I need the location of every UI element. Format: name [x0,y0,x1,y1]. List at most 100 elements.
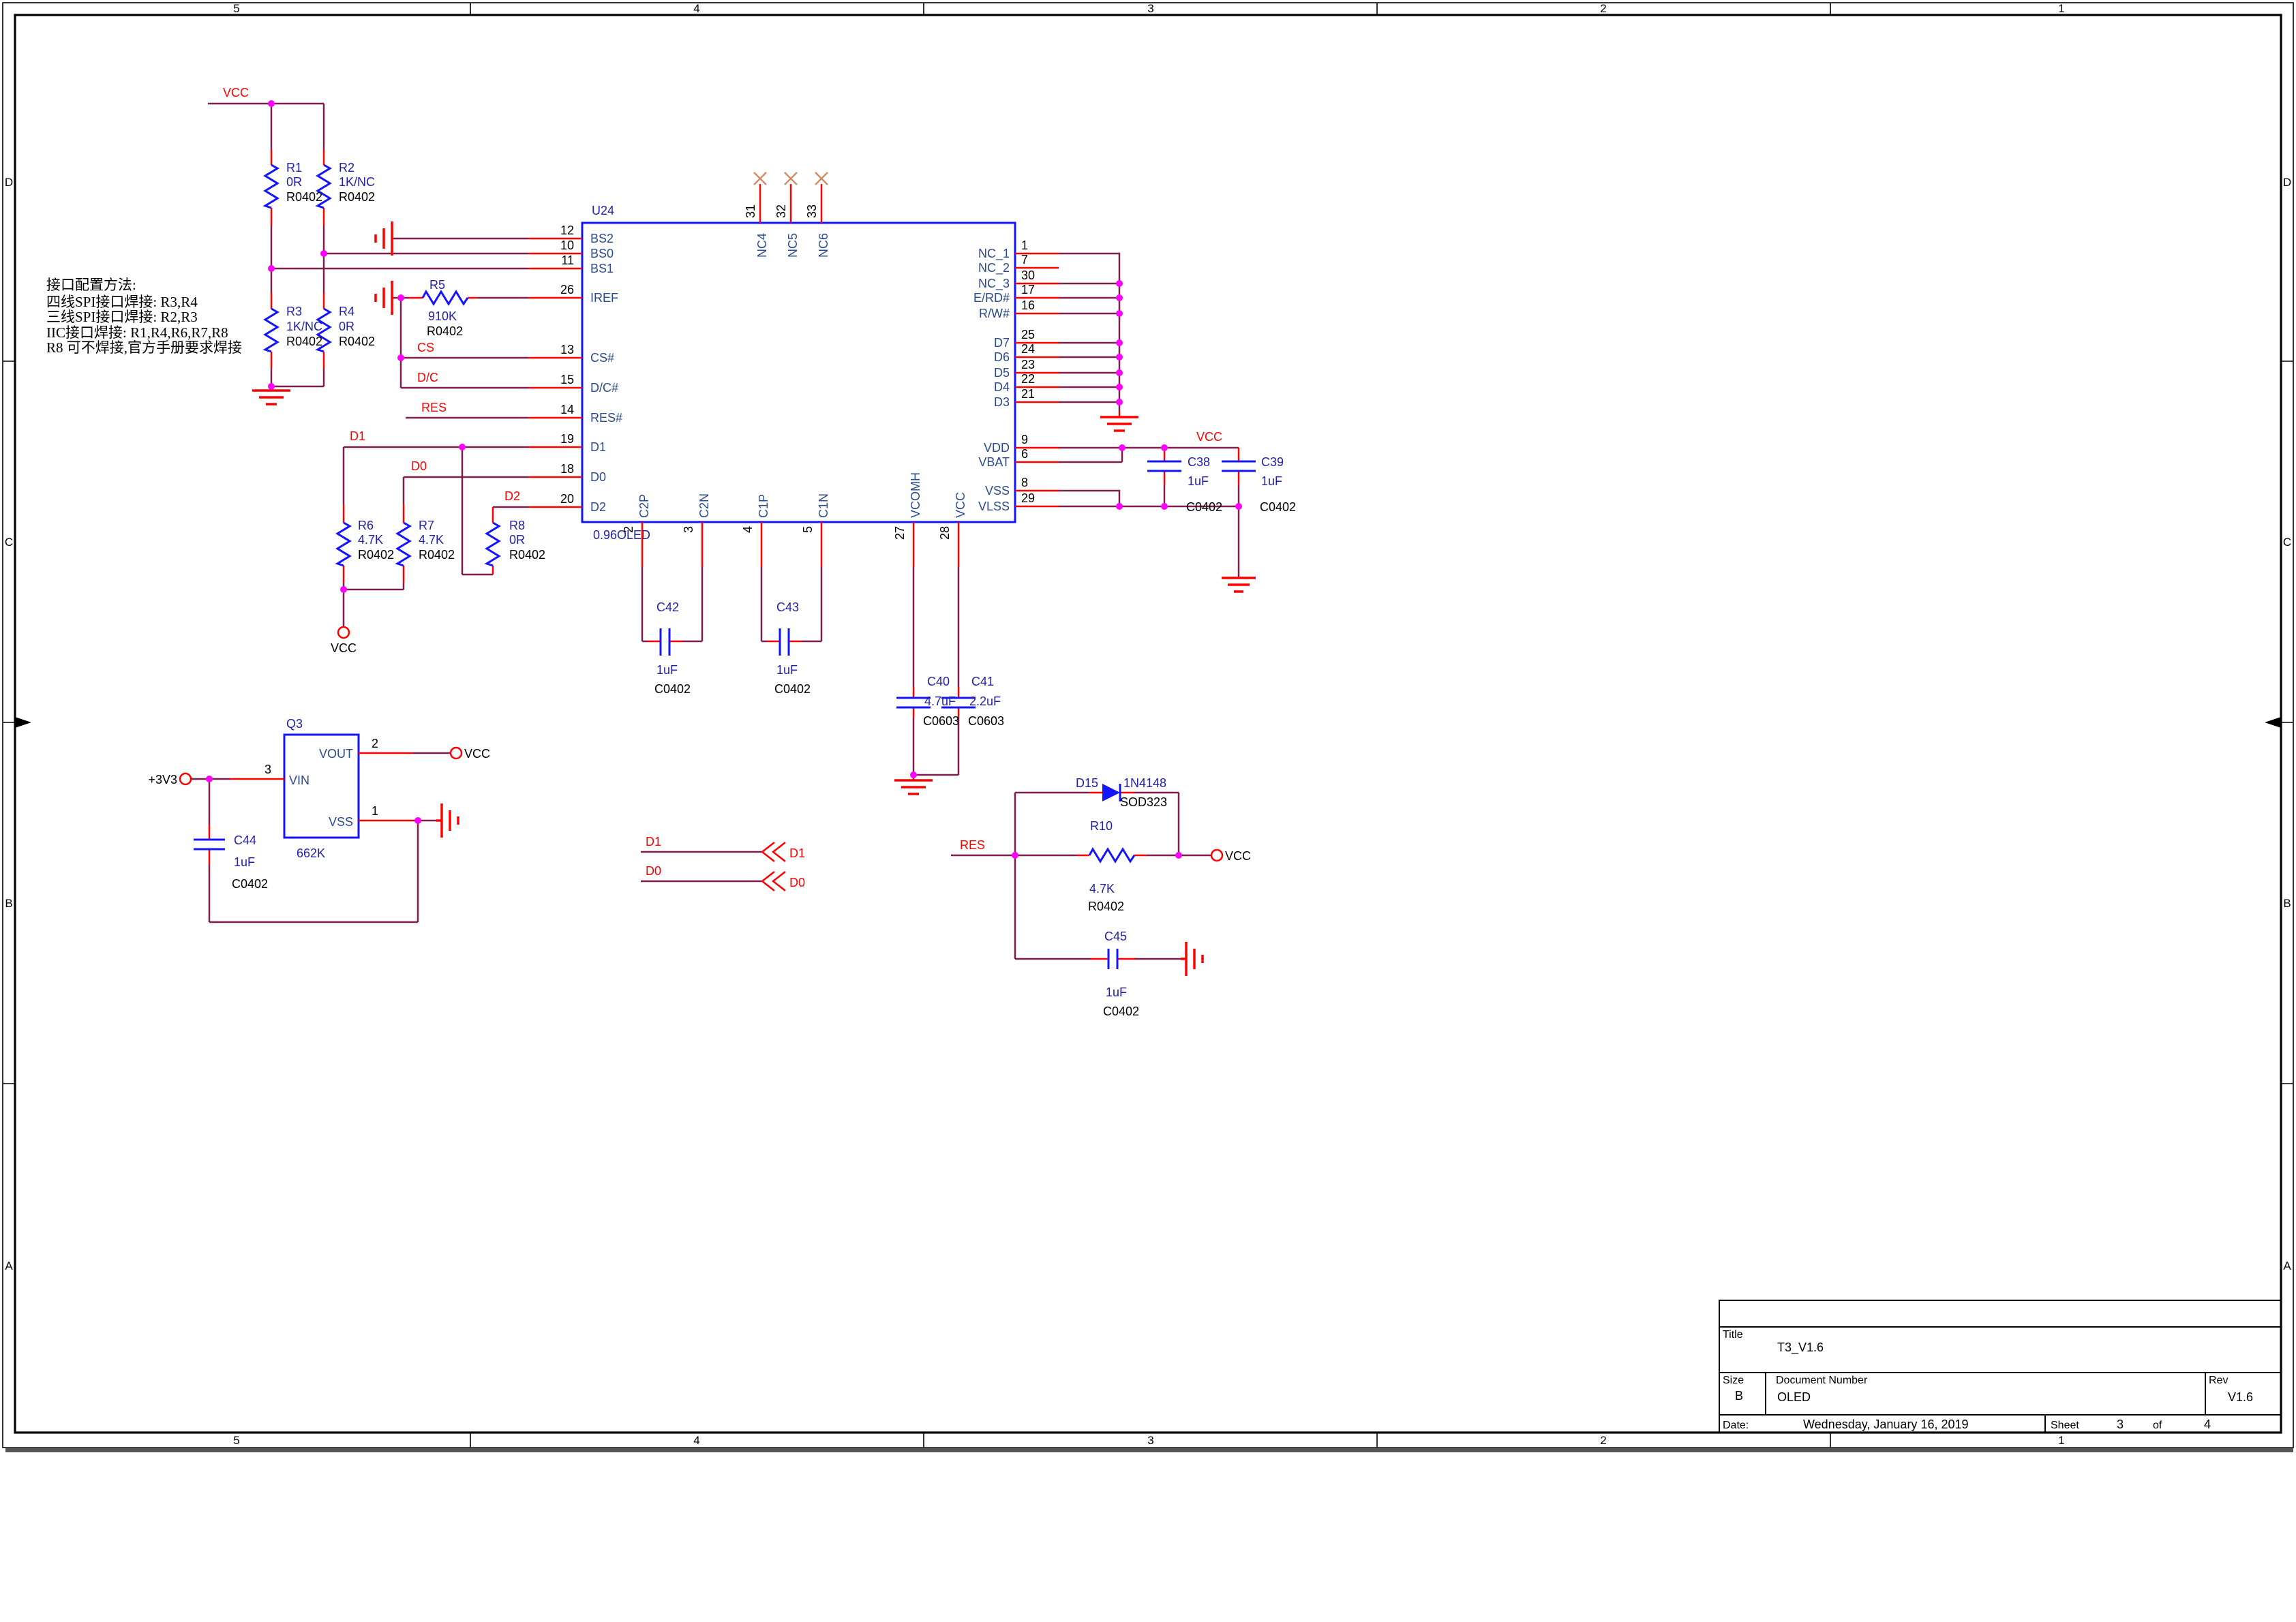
pin-number: 2 [372,737,378,750]
pin-number: 10 [560,239,574,252]
ref-u24: U24 [592,204,614,217]
pin-number: 2 [622,526,635,533]
ref-c40: C40 [927,675,950,688]
pin-name: C2N [697,493,711,518]
footprint-c41: C0603 [968,714,1004,728]
value-c39: 1uF [1261,474,1282,488]
note-line: 四线SPI接口焊接: R3,R4 [46,294,198,310]
right-center-arrow-icon [2265,717,2281,728]
reset-network: RES D15 1N4148 SOD323 R10 4.7K R0402 VCC… [951,776,1251,1018]
pin-name: D7 [994,336,1010,350]
left-center-arrow-icon [15,717,31,728]
pin-name: D6 [994,350,1010,364]
frame-row-label: A [2283,1259,2291,1272]
frame-col-label: 1 [2058,1434,2064,1447]
pin-name: VSS [985,484,1010,498]
pin-name: BS0 [590,247,614,260]
capacitor-c38 [1147,461,1181,471]
pin-name: NC_1 [978,247,1010,261]
footprint-r4: R0402 [339,335,375,348]
offpage-chevron-icon [762,842,785,891]
resistor-r3 [265,309,277,352]
sheet-of-label: of [2153,1420,2162,1431]
pin-number: 26 [560,283,574,296]
footprint-c40: C0603 [923,714,959,728]
pin-name: D/C# [590,381,618,395]
frame-row-label: D [5,176,13,189]
pin-name: VBAT [978,455,1010,469]
ref-r8: R8 [509,519,525,532]
footprint-c43: C0402 [774,682,811,696]
pin-name: NC6 [817,233,830,258]
net-label-dc: D/C [417,371,438,384]
pin-number: 6 [1021,447,1028,461]
pin-number: 27 [893,526,907,540]
pin-name: D3 [994,395,1010,409]
ground-icon [252,391,290,404]
pin-name: D2 [590,500,606,514]
net-label-d1: D1 [350,429,365,443]
sheet-number: 3 [2117,1418,2124,1431]
pin-name: VCOMH [909,472,922,518]
pin-name: D4 [994,380,1010,394]
pin-name: VDD [984,441,1010,455]
pin-number: 33 [805,204,819,218]
ref-c44: C44 [234,833,256,847]
net-label-vcc: VCC [1196,430,1222,444]
capacitor-c42 [661,628,669,656]
sheet-title: T3_V1.6 [1777,1341,1824,1355]
size-label: Size [1723,1375,1744,1386]
net-label-d0: D0 [411,459,427,473]
date-label: Date: [1723,1420,1749,1431]
ground-icon [894,780,933,794]
pin-number: 19 [560,432,574,446]
pin-number: 31 [744,204,757,218]
ref-r7: R7 [419,519,434,532]
ref-c45: C45 [1104,930,1127,943]
resistor-r7 [397,523,410,566]
vcc-port-icon [338,627,349,638]
pullup-network: VCC R1 0R R0402 R2 1K/NC R0402 R3 1K/NC … [208,86,528,404]
pin-number: 17 [1021,283,1035,296]
sheet-total: 4 [2204,1418,2211,1431]
net-label-res: RES [960,838,985,852]
ground-icon [1181,942,1203,976]
value-c40: 4.7uF [924,694,956,708]
ground-icon [1222,578,1256,592]
frame-col-label: 5 [233,1434,239,1447]
vcc-port-icon [451,748,462,759]
pin-number: 14 [560,403,574,416]
pin-name: NC5 [786,233,800,258]
footprint-c42: C0402 [654,682,691,696]
ref-r10: R10 [1090,819,1113,833]
size-value: B [1735,1389,1743,1403]
charge-pump-caps: C42 1uF C0402 C43 1uF C0402 C40 4.7uF C0… [642,567,1004,794]
frame-row-label: B [5,897,12,910]
value-r2: 1K/NC [339,175,375,189]
frame-row-label: B [2283,897,2291,910]
ref-r4: R4 [339,305,354,318]
pin-name: C2P [637,494,651,518]
net-label-cs: CS [417,341,434,354]
ref-c41: C41 [971,675,994,688]
regulator-q3: Q3 VOUT VIN VSS 2 3 1 662K +3V3 VCC C44 … [148,717,490,922]
title-block: Title T3_V1.6 Size B Document Number OLE… [1719,1300,2281,1433]
net-label-vcc: VCC [223,86,249,100]
frame-col-label: 2 [1600,2,1606,15]
capacitor-c45 [1108,949,1117,969]
frame-row-label: D [2283,176,2291,189]
pin-name: BS2 [590,232,614,245]
port-label-vcc: VCC [331,641,357,655]
pin-number: 28 [938,526,952,540]
pin-number: 30 [1021,269,1035,282]
pin-number: 8 [1021,476,1028,489]
value-q3: 662K [297,846,325,860]
ref-q3: Q3 [286,717,303,731]
pin-name: D1 [590,440,606,454]
footprint-r10: R0402 [1088,900,1124,913]
rev-label: Rev [2209,1375,2228,1386]
interface-wires: R5 910K R0402 CS D/C RES [376,221,528,418]
port-label-p3v3: +3V3 [148,773,177,786]
offpage-connectors: D1 D1 D0 D0 [641,835,805,891]
ref-r6: R6 [358,519,374,532]
